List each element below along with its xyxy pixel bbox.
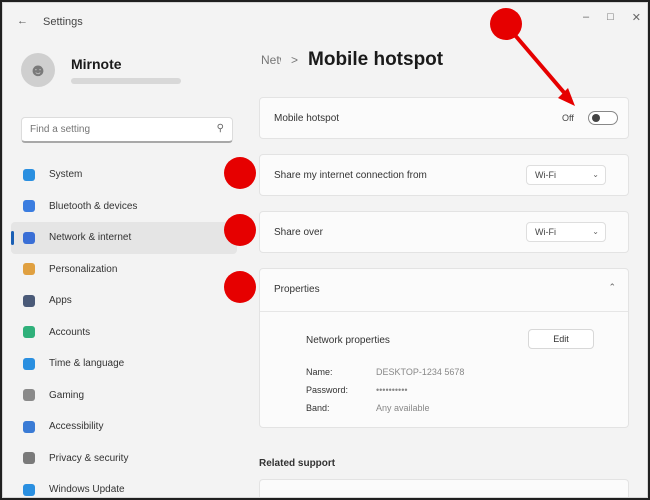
breadcrumb-parent[interactable]: Network & internet (261, 53, 281, 67)
share-from-dropdown[interactable]: Wi-Fi ⌄ (526, 165, 606, 185)
settings-window: ← Settings – □ ✕ ☻ Mirnote ⚲ System (2, 2, 648, 498)
sidebar: ☻ Mirnote ⚲ System Bluetooth & devices N… (3, 39, 249, 497)
step-marker (490, 8, 522, 40)
prop-band-label: Band: (306, 403, 330, 413)
page-title: Mobile hotspot (308, 49, 444, 70)
prop-name-value: DESKTOP-1234 5678 (376, 367, 465, 377)
step-marker (224, 271, 256, 303)
sidebar-item-time-language[interactable]: Time & language (11, 348, 237, 380)
sidebar-item-label: Apps (49, 295, 72, 307)
sidebar-item-label: Time & language (49, 358, 125, 370)
user-profile[interactable]: ☻ Mirnote (21, 53, 181, 87)
hotspot-card: Mobile hotspot Off (259, 97, 629, 139)
share-from-value: Wi-Fi (535, 170, 556, 180)
globe-clock-icon (23, 357, 35, 370)
main-content: Network & internet > Mobile hotspot Mobi… (249, 39, 647, 497)
chevron-up-icon: ⌃ (608, 282, 616, 292)
properties-card: Properties ⌃ Network properties Edit Nam… (259, 268, 629, 428)
accessibility-icon (23, 420, 35, 433)
system-icon (23, 168, 35, 181)
network-icon (23, 231, 35, 244)
apps-icon (23, 294, 35, 307)
back-button[interactable]: ← (17, 15, 28, 27)
window-controls: – □ ✕ (583, 11, 641, 24)
breadcrumb: Network & internet > Mobile hotspot (261, 49, 443, 71)
breadcrumb-separator: > (291, 53, 299, 67)
share-over-value: Wi-Fi (535, 227, 556, 237)
share-from-label: Share my internet connection from (274, 170, 427, 181)
related-support-heading: Related support (259, 458, 336, 469)
share-over-card: Share over Wi-Fi ⌄ (259, 211, 629, 253)
divider (260, 311, 628, 312)
chevron-down-icon: ⌄ (592, 227, 599, 236)
related-support-card[interactable] (259, 479, 629, 497)
share-from-card: Share my internet connection from Wi-Fi … (259, 154, 629, 196)
sidebar-item-system[interactable]: System (11, 159, 237, 191)
properties-header[interactable]: Properties ⌃ (260, 269, 628, 311)
avatar: ☻ (21, 53, 55, 87)
user-icon: ☻ (28, 59, 48, 80)
sidebar-item-label: Bluetooth & devices (49, 200, 138, 212)
profile-name: Mirnote (71, 56, 122, 72)
hotspot-label: Mobile hotspot (274, 113, 340, 124)
step-marker (224, 214, 256, 246)
sidebar-item-label: Gaming (49, 389, 85, 401)
edit-button[interactable]: Edit (528, 329, 594, 349)
prop-name-label: Name: (306, 367, 333, 377)
search-input[interactable] (22, 118, 202, 140)
sidebar-item-privacy[interactable]: Privacy & security (11, 443, 237, 475)
profile-email-redacted (71, 78, 181, 84)
sidebar-nav: System Bluetooth & devices Network & int… (11, 159, 237, 497)
sidebar-item-network[interactable]: Network & internet (11, 222, 237, 254)
sidebar-item-personalization[interactable]: Personalization (11, 254, 237, 286)
title-bar: ← Settings – □ ✕ (3, 3, 647, 39)
share-over-label: Share over (274, 227, 323, 238)
search-icon[interactable]: ⚲ (217, 123, 224, 134)
minimize-button[interactable]: – (583, 11, 589, 24)
sidebar-item-label: Network & internet (49, 232, 132, 244)
hotspot-state: Off (562, 113, 574, 123)
sidebar-item-label: Privacy & security (49, 452, 129, 464)
bluetooth-icon (23, 200, 35, 213)
sidebar-item-windows-update[interactable]: Windows Update (11, 474, 237, 497)
app-title: Settings (43, 16, 83, 28)
sidebar-item-label: Accessibility (49, 421, 104, 433)
brush-icon (23, 263, 35, 276)
sidebar-item-label: Accounts (49, 326, 91, 338)
maximize-button[interactable]: □ (607, 11, 614, 24)
sidebar-item-label: System (49, 169, 83, 181)
search-box[interactable]: ⚲ (21, 117, 233, 143)
sidebar-item-gaming[interactable]: Gaming (11, 380, 237, 412)
sidebar-item-accounts[interactable]: Accounts (11, 317, 237, 349)
chevron-down-icon: ⌄ (592, 170, 599, 179)
prop-password-value: •••••••••• (376, 385, 408, 395)
hotspot-toggle[interactable] (588, 111, 618, 125)
network-properties-label: Network properties (306, 335, 390, 346)
sidebar-item-label: Personalization (49, 263, 118, 275)
sidebar-item-label: Windows Update (49, 484, 125, 496)
shield-icon (23, 452, 35, 465)
update-icon (23, 483, 35, 496)
prop-band-value: Any available (376, 403, 430, 413)
sidebar-item-bluetooth[interactable]: Bluetooth & devices (11, 191, 237, 223)
sidebar-item-accessibility[interactable]: Accessibility (11, 411, 237, 443)
close-button[interactable]: ✕ (632, 11, 641, 24)
share-over-dropdown[interactable]: Wi-Fi ⌄ (526, 222, 606, 242)
gamepad-icon (23, 389, 35, 402)
account-icon (23, 326, 35, 339)
prop-password-label: Password: (306, 385, 349, 395)
sidebar-item-apps[interactable]: Apps (11, 285, 237, 317)
properties-label: Properties (274, 284, 320, 295)
step-marker (224, 157, 256, 189)
